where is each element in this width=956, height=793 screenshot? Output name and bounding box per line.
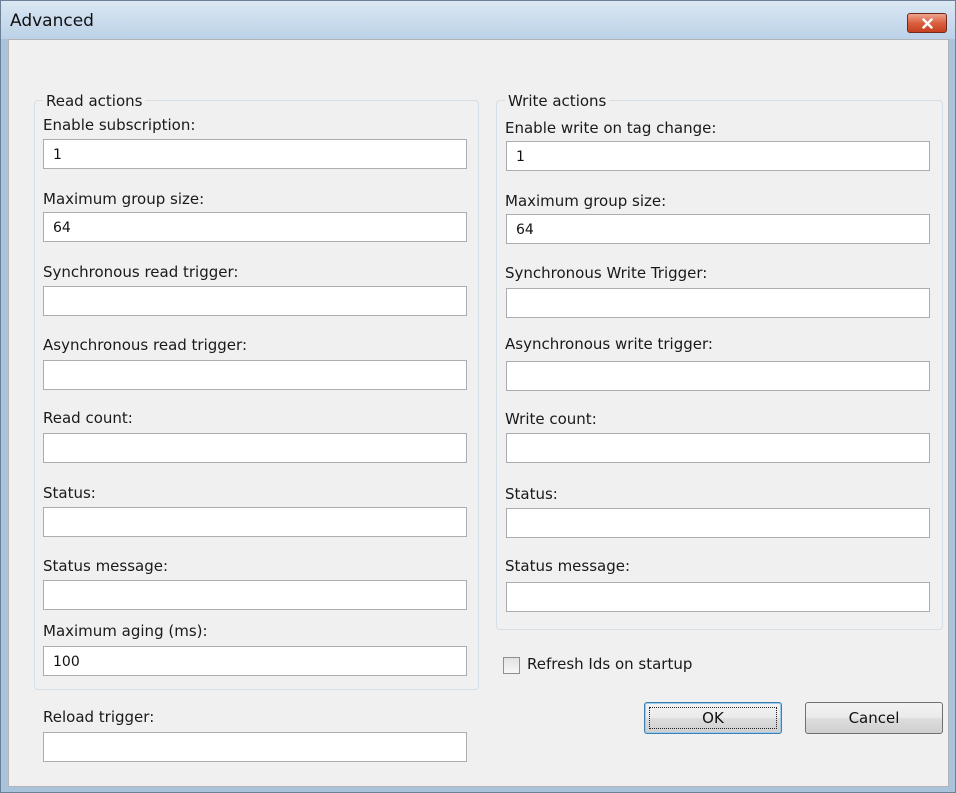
refresh-ids-checkbox[interactable] bbox=[503, 657, 520, 674]
advanced-dialog: Advanced Read actions Enable subscriptio… bbox=[0, 0, 956, 793]
focus-rectangle bbox=[649, 707, 777, 729]
read-field-label-status: Status: bbox=[43, 484, 96, 502]
write-field-label-enable-write-on-tag-change: Enable write on tag change: bbox=[505, 119, 717, 137]
read-field-label-sync-read-trigger: Synchronous read trigger: bbox=[43, 263, 239, 281]
write-count-input[interactable] bbox=[506, 433, 930, 463]
write-max-group-size-input[interactable]: 64 bbox=[506, 214, 930, 244]
close-button[interactable] bbox=[907, 13, 947, 33]
read-field-label-async-read-trigger: Asynchronous read trigger: bbox=[43, 336, 247, 354]
write-field-label-status: Status: bbox=[505, 485, 558, 503]
cancel-button[interactable]: Cancel bbox=[805, 702, 943, 734]
read-status-input[interactable] bbox=[43, 507, 467, 537]
window-title: Advanced bbox=[10, 11, 94, 31]
write-status-message-input[interactable] bbox=[506, 582, 930, 612]
write-field-label-write-count: Write count: bbox=[505, 410, 597, 428]
read-status-message-input[interactable] bbox=[43, 580, 467, 610]
write-status-input[interactable] bbox=[506, 508, 930, 538]
read-field-label-read-count: Read count: bbox=[43, 409, 133, 427]
enable-write-on-tag-change-input[interactable]: 1 bbox=[506, 141, 930, 171]
write-field-label-max-group-size: Maximum group size: bbox=[505, 192, 667, 210]
cancel-button-label: Cancel bbox=[848, 709, 900, 727]
write-field-label-status-message: Status message: bbox=[505, 557, 631, 575]
enable-subscription-input[interactable]: 1 bbox=[43, 139, 467, 169]
max-aging-input[interactable]: 100 bbox=[43, 646, 467, 676]
reload-trigger-label: Reload trigger: bbox=[43, 708, 155, 726]
read-field-label-max-aging: Maximum aging (ms): bbox=[43, 622, 208, 640]
write-actions-legend: Write actions bbox=[505, 92, 610, 110]
title-bar[interactable]: Advanced bbox=[1, 1, 955, 39]
read-field-label-enable-subscription: Enable subscription: bbox=[43, 116, 196, 134]
async-write-trigger-input[interactable] bbox=[506, 361, 930, 391]
read-field-label-max-group-size: Maximum group size: bbox=[43, 190, 205, 208]
dialog-client-area: Read actions Enable subscription: 1 Maxi… bbox=[8, 39, 949, 787]
read-max-group-size-input[interactable]: 64 bbox=[43, 212, 467, 242]
write-field-label-async-write-trigger: Asynchronous write trigger: bbox=[505, 335, 713, 353]
async-read-trigger-input[interactable] bbox=[43, 360, 467, 390]
sync-write-trigger-input[interactable] bbox=[506, 288, 930, 318]
close-icon bbox=[922, 18, 933, 29]
read-field-label-status-message: Status message: bbox=[43, 557, 169, 575]
read-actions-legend: Read actions bbox=[43, 92, 146, 110]
write-field-label-sync-write-trigger: Synchronous Write Trigger: bbox=[505, 264, 708, 282]
read-count-input[interactable] bbox=[43, 433, 467, 463]
sync-read-trigger-input[interactable] bbox=[43, 286, 467, 316]
reload-trigger-input[interactable] bbox=[43, 732, 467, 762]
refresh-ids-label[interactable]: Refresh Ids on startup bbox=[527, 655, 692, 673]
ok-button[interactable]: OK bbox=[644, 702, 782, 734]
